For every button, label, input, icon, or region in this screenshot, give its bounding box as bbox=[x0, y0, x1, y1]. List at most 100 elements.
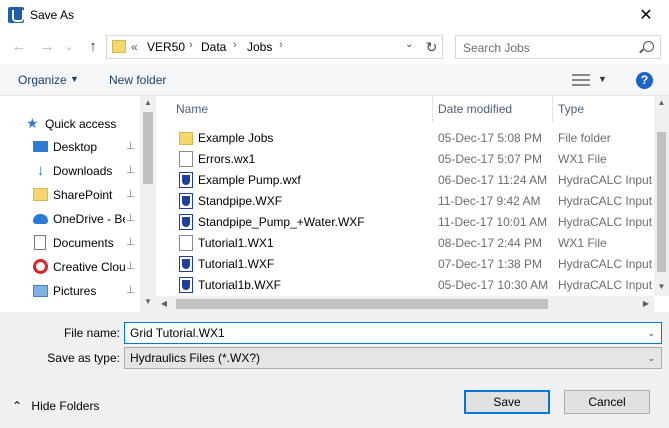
organize-caret-icon[interactable]: ▼ bbox=[70, 74, 79, 84]
breadcrumb-separator[interactable]: › bbox=[233, 39, 237, 51]
sidebar-item-downloads[interactable]: ↓ Downloads ⊥ bbox=[0, 160, 140, 182]
back-arrow-icon[interactable]: ← bbox=[8, 37, 30, 57]
file-row[interactable]: Standpipe.WXF 11-Dec-17 9:42 AM HydraCAL… bbox=[168, 190, 654, 211]
pin-icon[interactable]: ⊥ bbox=[126, 165, 135, 176]
scroll-up-icon[interactable]: ▲ bbox=[654, 98, 669, 107]
search-input[interactable]: Search Jobs bbox=[455, 35, 661, 59]
pin-icon[interactable]: ⊥ bbox=[126, 261, 135, 272]
recent-locations-chevron-icon[interactable]: ⌄ bbox=[62, 37, 76, 57]
file-name-field[interactable]: Grid Tutorial.WX1 ⌄ bbox=[124, 322, 662, 344]
file-name: Tutorial1.WXF bbox=[198, 257, 275, 271]
file-list: ^ Name Date modified Type Example Jobs 0… bbox=[168, 96, 654, 296]
hydracalc-file-icon bbox=[179, 256, 193, 272]
chevron-down-icon[interactable]: ⌄ bbox=[647, 353, 655, 364]
file-list-vertical-scrollbar[interactable]: ▲ ▼ bbox=[654, 96, 669, 296]
file-name: Example Jobs bbox=[198, 131, 274, 145]
file-type: WX1 File bbox=[558, 236, 607, 250]
search-icon[interactable] bbox=[643, 41, 654, 52]
breadcrumb-separator[interactable]: › bbox=[279, 39, 283, 51]
file-date: 11-Dec-17 9:42 AM bbox=[438, 194, 541, 208]
chevron-down-icon[interactable]: ⌄ bbox=[647, 328, 655, 339]
window-title: Save As bbox=[30, 8, 75, 22]
pictures-icon bbox=[33, 285, 48, 297]
file-name-value[interactable]: Grid Tutorial.WX1 bbox=[130, 326, 225, 340]
sidebar-item-desktop[interactable]: Desktop ⊥ bbox=[0, 136, 140, 158]
address-history-dropdown-icon[interactable]: ⌄ bbox=[405, 39, 413, 50]
pin-icon[interactable]: ⊥ bbox=[126, 141, 135, 152]
column-header-date-modified[interactable]: Date modified bbox=[438, 96, 554, 122]
breadcrumb-separator[interactable]: › bbox=[189, 39, 193, 51]
file-date: 07-Dec-17 1:38 PM bbox=[438, 257, 543, 271]
scroll-right-icon[interactable]: ▶ bbox=[640, 299, 652, 308]
scroll-down-icon[interactable]: ▼ bbox=[654, 282, 669, 291]
column-header-name[interactable]: Name bbox=[176, 96, 436, 122]
file-row[interactable]: Tutorial1.WXF 07-Dec-17 1:38 PM HydraCAL… bbox=[168, 253, 654, 274]
document-icon bbox=[179, 151, 193, 167]
file-list-horizontal-scrollbar[interactable]: ◀ ▶ bbox=[156, 296, 654, 312]
scroll-left-icon[interactable]: ◀ bbox=[158, 299, 170, 308]
sidebar-item-documents[interactable]: Documents ⊥ bbox=[0, 232, 140, 254]
view-options-caret-icon[interactable]: ▼ bbox=[598, 74, 607, 84]
pin-icon[interactable]: ⊥ bbox=[126, 213, 135, 224]
file-row[interactable]: Example Pump.wxf 06-Dec-17 11:24 AM Hydr… bbox=[168, 169, 654, 190]
scrollbar-thumb[interactable] bbox=[176, 299, 548, 309]
scrollbar-thumb[interactable] bbox=[657, 132, 666, 272]
hydracalc-file-icon bbox=[179, 172, 193, 188]
scrollbar-thumb[interactable] bbox=[143, 112, 153, 184]
sidebar-item-label: OneDrive - Be bbox=[53, 212, 125, 226]
save-button[interactable]: Save bbox=[464, 390, 550, 414]
breadcrumb-jobs[interactable]: Jobs bbox=[247, 40, 272, 54]
navigation-scrollbar[interactable]: ▲ ▼ bbox=[140, 96, 156, 312]
sidebar-item-creative-cloud[interactable]: Creative Clou ⊥ bbox=[0, 256, 140, 278]
command-bar: Organize ▼ New folder ▼ ? bbox=[0, 64, 669, 96]
file-type: WX1 File bbox=[558, 152, 607, 166]
save-as-type-value: Hydraulics Files (*.WX?) bbox=[130, 351, 261, 365]
address-row: ← → ⌄ ↑ « VER50 › Data › Jobs › ⌄ ↻ Sear… bbox=[0, 33, 669, 61]
scroll-up-icon[interactable]: ▲ bbox=[140, 98, 156, 107]
star-icon: ★ bbox=[26, 115, 39, 131]
column-divider[interactable] bbox=[552, 96, 553, 122]
search-placeholder: Search Jobs bbox=[463, 41, 530, 55]
pin-icon[interactable]: ⊥ bbox=[126, 285, 135, 296]
breadcrumb-overflow[interactable]: « bbox=[131, 40, 138, 54]
close-button[interactable]: ✕ bbox=[623, 0, 669, 31]
sidebar-item-onedrive[interactable]: OneDrive - Be ⊥ bbox=[0, 208, 140, 230]
hide-folders-label: Hide Folders bbox=[31, 399, 100, 413]
forward-arrow-icon[interactable]: → bbox=[36, 37, 58, 57]
sidebar-item-quick-access[interactable]: ★ Quick access bbox=[0, 113, 140, 135]
refresh-icon[interactable]: ↻ bbox=[420, 36, 442, 58]
cancel-button[interactable]: Cancel bbox=[564, 390, 650, 414]
file-row[interactable]: Tutorial1.WX1 08-Dec-17 2:44 PM WX1 File bbox=[168, 232, 654, 253]
creative-cloud-icon bbox=[33, 259, 48, 274]
breadcrumb-data[interactable]: Data bbox=[201, 40, 226, 54]
pin-icon[interactable]: ⊥ bbox=[126, 237, 135, 248]
file-date: 05-Dec-17 5:08 PM bbox=[438, 131, 543, 145]
file-row[interactable]: Tutorial1b.WXF 05-Dec-17 10:30 AM HydraC… bbox=[168, 274, 654, 295]
hide-folders-button[interactable]: ⌃ Hide Folders bbox=[12, 399, 99, 413]
column-header-type[interactable]: Type bbox=[558, 96, 654, 122]
document-icon bbox=[179, 235, 193, 251]
file-row[interactable]: Standpipe_Pump_+Water.WXF 11-Dec-17 10:0… bbox=[168, 211, 654, 232]
hydracalc-app-icon bbox=[8, 7, 24, 23]
sidebar-item-label: Pictures bbox=[53, 284, 97, 298]
file-type: HydraCALC Input bbox=[558, 257, 653, 271]
sidebar-item-label: Desktop bbox=[53, 140, 98, 154]
view-options-icon[interactable] bbox=[572, 74, 590, 86]
save-as-type-select[interactable]: Hydraulics Files (*.WX?) ⌄ bbox=[124, 347, 662, 369]
organize-button[interactable]: Organize bbox=[18, 73, 67, 87]
column-divider[interactable] bbox=[432, 96, 433, 122]
save-form: File name: Grid Tutorial.WX1 ⌄ Save as t… bbox=[0, 312, 669, 428]
sidebar-item-pictures[interactable]: Pictures ⊥ bbox=[0, 280, 140, 302]
up-arrow-icon[interactable]: ↑ bbox=[82, 37, 104, 57]
file-name: Errors.wx1 bbox=[198, 152, 256, 166]
pin-icon[interactable]: ⊥ bbox=[126, 189, 135, 200]
sidebar-item-label: Quick access bbox=[45, 117, 117, 131]
file-row[interactable]: Example Jobs 05-Dec-17 5:08 PM File fold… bbox=[168, 127, 654, 148]
scroll-down-icon[interactable]: ▼ bbox=[140, 297, 156, 306]
new-folder-button[interactable]: New folder bbox=[109, 73, 166, 87]
file-row[interactable]: Errors.wx1 05-Dec-17 5:07 PM WX1 File bbox=[168, 148, 654, 169]
sidebar-item-sharepoint[interactable]: SharePoint ⊥ bbox=[0, 184, 140, 206]
breadcrumb-ver50[interactable]: VER50 bbox=[147, 40, 185, 54]
address-bar[interactable]: « VER50 › Data › Jobs › ⌄ ↻ bbox=[106, 35, 443, 59]
help-icon[interactable]: ? bbox=[636, 72, 653, 89]
